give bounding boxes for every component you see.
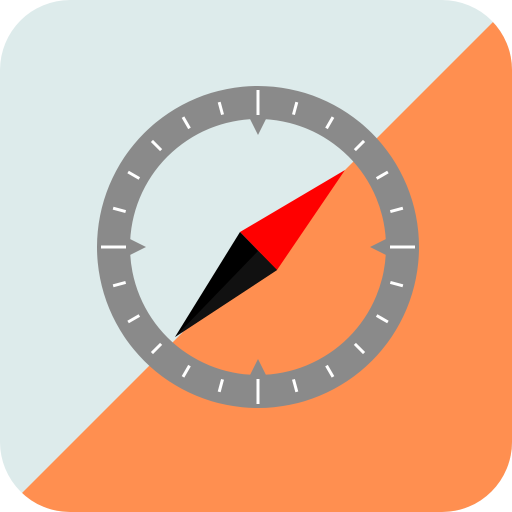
compass-app-icon[interactable] xyxy=(0,0,512,512)
compass-icon xyxy=(0,0,512,512)
